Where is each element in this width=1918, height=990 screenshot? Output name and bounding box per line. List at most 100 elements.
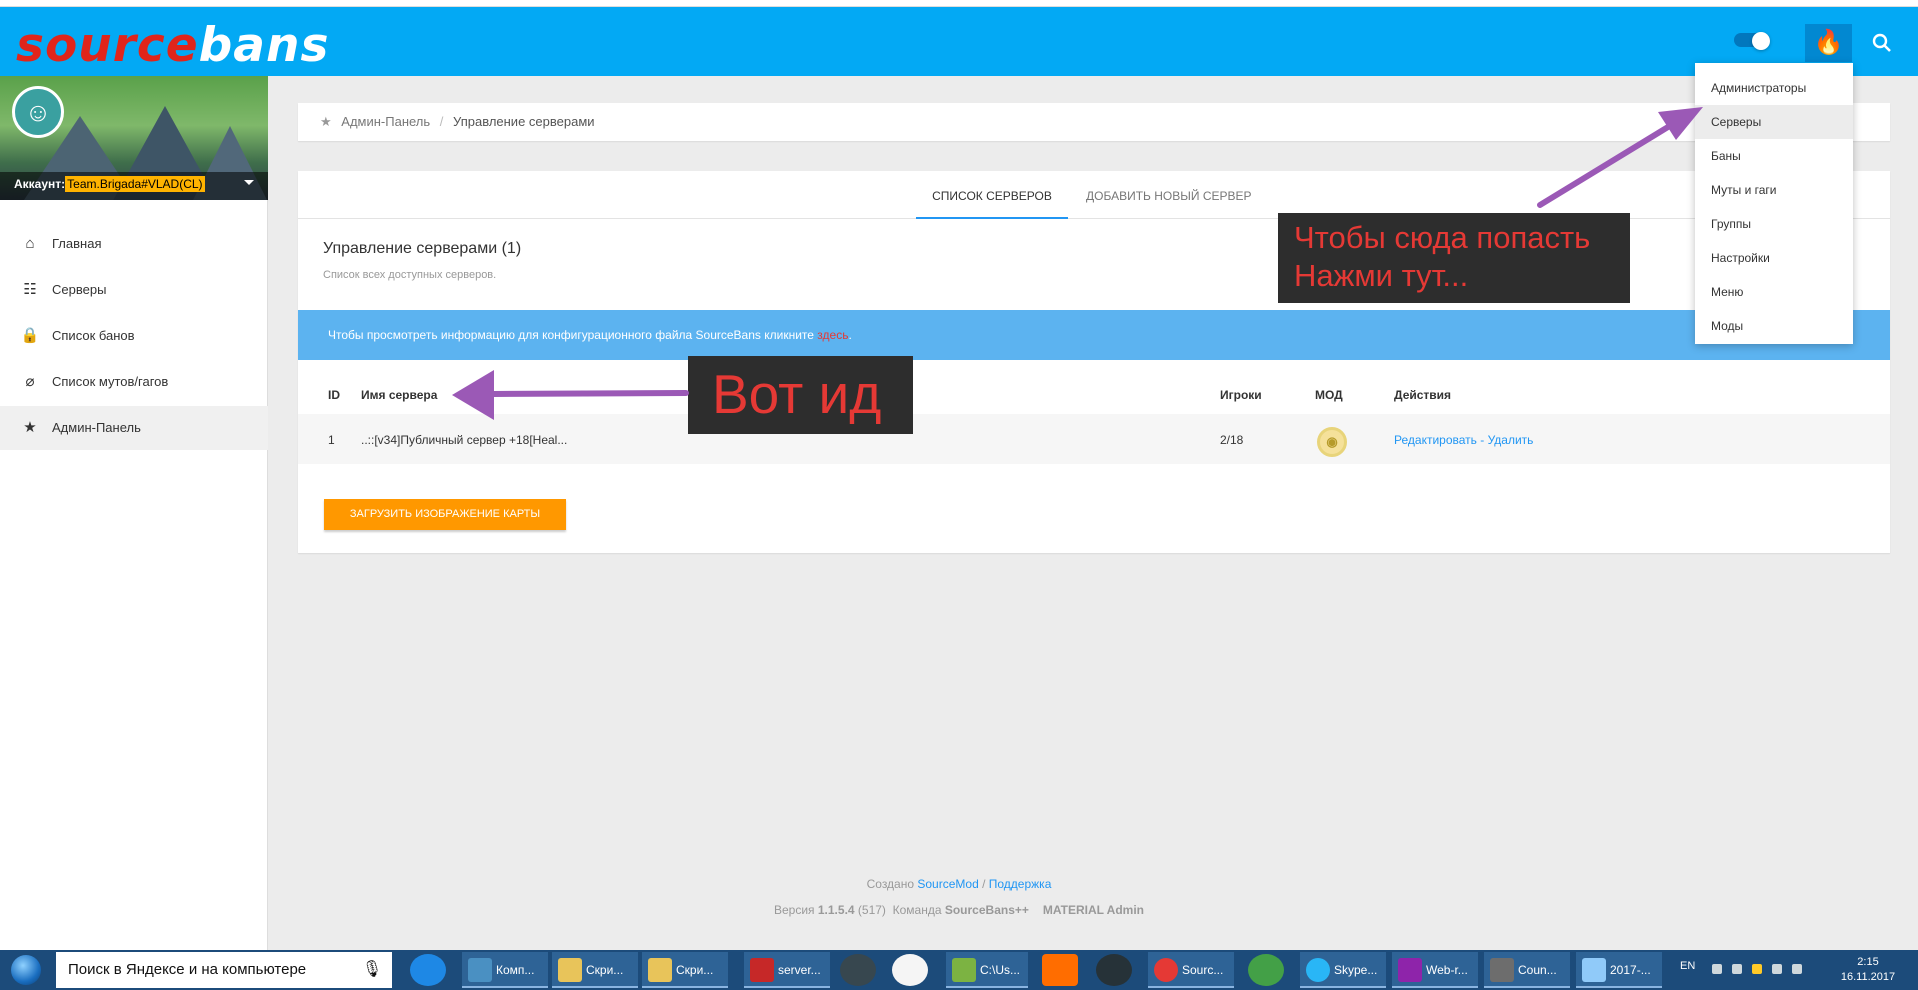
menu-item-groups[interactable]: Группы [1695,207,1853,241]
chrome-icon[interactable] [1248,954,1284,986]
edit-link[interactable]: Редактировать [1394,433,1477,447]
sidebar-item-bans[interactable]: 🔒 Список банов [0,314,268,358]
start-button[interactable] [0,950,52,990]
info-link[interactable]: здесь [817,328,848,342]
taskbar-item-sourcebans[interactable]: Sourc... [1148,952,1234,988]
breadcrumb-separator: / [439,114,444,129]
sidebar-item-label: Список банов [52,328,135,343]
col-header-name: Имя сервера [361,388,438,402]
taskbar-item-counter-strike[interactable]: Coun... [1484,952,1570,988]
taskbar-item-label: Скри... [676,963,714,977]
menu-item-settings[interactable]: Настройки [1695,241,1853,275]
delete-link[interactable]: Удалить [1488,433,1534,447]
sliders-icon: ☷ [23,281,37,298]
sidebar-item-home[interactable]: ⌂ Главная [0,222,268,266]
account-label: Аккаунт: [14,177,66,191]
tray-icon[interactable] [1712,964,1722,974]
sidebar-item-label: Главная [52,236,102,251]
footer-created-label: Создано [866,877,918,891]
volume-icon[interactable] [1792,964,1802,974]
support-link[interactable]: Поддержка [989,877,1052,891]
annotation-callout-menu: Чтобы сюда попасть Нажми тут... [1278,213,1630,303]
tab-add-server[interactable]: Добавить новый сервер [1070,171,1268,219]
breadcrumb-current: Управление серверами [453,114,595,129]
taskbar-item-scripts1[interactable]: Скри... [552,952,638,988]
network-icon[interactable] [1772,964,1782,974]
taskbar-item-computer[interactable]: Комп... [462,952,548,988]
upload-map-image-button[interactable]: Загрузить изображение карты [324,499,566,530]
folder-icon [558,958,582,982]
taskbar-item-label: C:\Us... [980,963,1021,977]
admin-menu-button[interactable]: 🔥 [1805,24,1852,62]
team-label: Команда [885,903,945,917]
version-label: Версия [773,903,818,917]
menu-item-admins[interactable]: Администраторы [1695,71,1853,105]
search-button[interactable] [1860,24,1904,62]
steam-icon[interactable] [1096,954,1132,986]
computer-icon [468,958,492,982]
taskbar-item-label: Skype... [1334,963,1378,977]
sidebar-item-servers[interactable]: ☷ Серверы [0,268,268,312]
avatar[interactable]: ☺ [12,86,64,138]
breadcrumb-home[interactable]: Админ-Панель [341,114,430,129]
sourcebans-logo[interactable]: sourcebans [16,18,329,74]
winrar-icon [1398,958,1422,982]
menu-item-mods[interactable]: Моды [1695,309,1853,343]
info-text: Чтобы просмотреть информацию для конфигу… [328,328,818,342]
footer-credits: Создано SourceMod / Поддержка [0,877,1918,891]
ie-taskbar-icon[interactable] [410,954,446,986]
taskbar-item-scripts2[interactable]: Скри... [642,952,728,988]
actions-dash: - [1476,433,1488,447]
account-bar[interactable]: Аккаунт: Team.Brigada#VLAD(CL) [0,172,268,200]
mi-icon[interactable] [1042,954,1078,986]
taskbar-search-input[interactable]: Поиск в Яндексе и на компьютере [56,952,392,988]
clock-date: 16.11.2017 [1840,971,1896,983]
taskbar-item-skype[interactable]: Skype... [1300,952,1386,988]
taskbar-item-filezilla[interactable]: server... [744,952,830,988]
menu-item-servers[interactable]: Серверы [1695,105,1853,139]
taskbar-item-label: Web-r... [1426,963,1468,977]
mic-off-icon: ⌀ [25,373,35,390]
yandex-icon[interactable] [892,954,928,986]
sidebar-item-label: Админ-Панель [52,420,141,435]
menu-item-menu[interactable]: Меню [1695,275,1853,309]
lock-icon: 🔒 [20,327,40,344]
sourcemod-link[interactable]: SourceMod [917,877,978,891]
star-icon: ★ [320,114,332,129]
info-banner: Чтобы просмотреть информацию для конфигу… [298,310,1890,360]
folder-icon [648,958,672,982]
sidebar-item-mutes[interactable]: ⌀ Список мутов/гагов [0,360,268,404]
language-indicator[interactable]: EN [1680,960,1695,972]
info-suffix: . [848,328,852,342]
server-name[interactable]: ..::[v34]Публичный сервер +18[Heal... [361,433,567,447]
taskbar-item-notepad[interactable]: C:\Us... [946,952,1028,988]
team-name: SourceBans++ [944,903,1029,917]
sidebar-item-label: Серверы [52,282,107,297]
server-players: 2/18 [1220,433,1244,447]
tray-icon[interactable] [1752,964,1762,974]
media-player-icon[interactable] [840,954,876,986]
microphone-icon[interactable]: 🎙 [360,952,384,988]
menu-item-bans[interactable]: Баны [1695,139,1853,173]
counter-strike-icon [1490,958,1514,982]
tab-server-list[interactable]: Список серверов [916,171,1068,219]
theme-name: MATERIAL Admin [1042,903,1144,917]
sidebar-item-admin-panel[interactable]: ★ Админ-Панель [0,406,268,450]
server-actions: Редактировать - Удалить [1394,433,1533,447]
star-icon: ★ [23,419,37,436]
image-icon [1582,958,1606,982]
clock[interactable]: 2:15 16.11.2017 [1828,955,1908,985]
menu-item-mutes[interactable]: Муты и гаги [1695,173,1853,207]
annotation-line: Чтобы сюда попасть [1294,220,1591,255]
taskbar-item-label: 2017-... [1610,963,1651,977]
tray-icon[interactable] [1732,964,1742,974]
col-header-id: ID [328,388,340,402]
breadcrumb: ★ Админ-Панель / Управление серверами [298,103,1890,141]
chevron-down-icon[interactable] [244,180,254,185]
taskbar-item-winrar[interactable]: Web-r... [1392,952,1478,988]
theme-toggle-knob[interactable] [1752,32,1770,50]
col-header-actions: Действия [1394,388,1452,402]
browser-top-strip [0,0,1918,7]
taskbar-item-label: server... [778,963,821,977]
taskbar-item-screenshot[interactable]: 2017-... [1576,952,1662,988]
